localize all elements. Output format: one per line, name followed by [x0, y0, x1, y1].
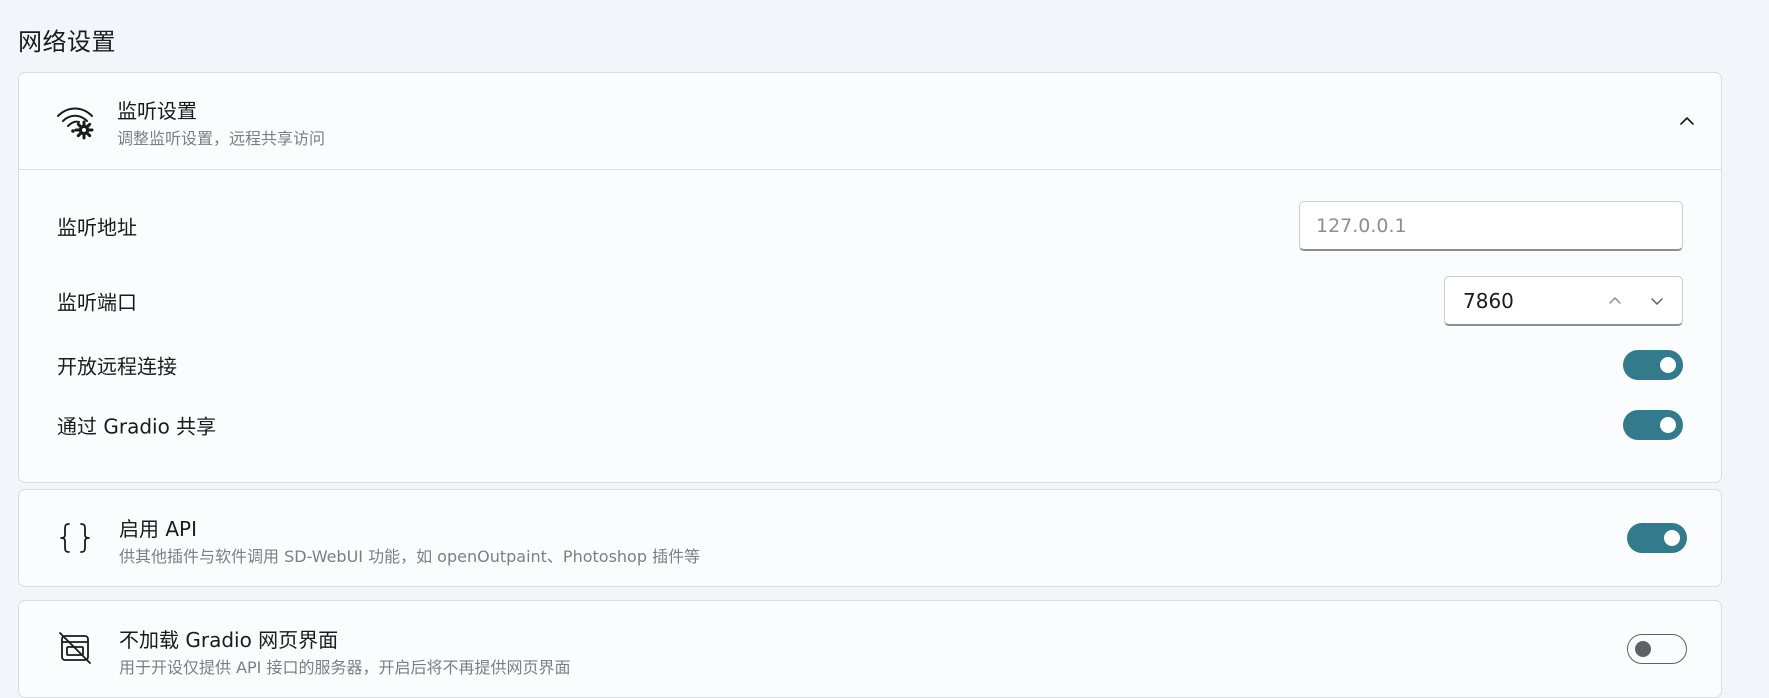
gradio-share-toggle[interactable]: [1623, 410, 1683, 440]
toggle-knob: [1660, 357, 1676, 373]
toggle-knob: [1660, 417, 1676, 433]
wifi-gear-icon: [55, 101, 95, 141]
listen-settings-header[interactable]: 监听设置 调整监听设置，远程共享访问: [19, 73, 1721, 170]
braces-icon: [55, 518, 95, 558]
listen-port-value[interactable]: 7860: [1463, 289, 1514, 313]
listen-port-spinbox[interactable]: 7860: [1444, 276, 1683, 326]
remote-connection-label: 开放远程连接: [57, 354, 177, 379]
port-decrement-button[interactable]: [1642, 286, 1672, 316]
enable-api-title: 启用 API: [119, 517, 197, 541]
no-gradio-ui-card: 不加载 Gradio 网页界面 用于开设仅提供 API 接口的服务器，开启后将不…: [18, 600, 1722, 698]
remote-connection-toggle[interactable]: [1623, 350, 1683, 380]
listen-settings-subtitle: 调整监听设置，远程共享访问: [117, 129, 326, 148]
port-increment-button[interactable]: [1600, 286, 1630, 316]
section-title: 网络设置: [18, 28, 116, 56]
remote-connection-row: 开放远程连接: [57, 341, 1683, 389]
no-gradio-ui-subtitle: 用于开设仅提供 API 接口的服务器，开启后将不再提供网页界面: [119, 658, 571, 677]
gradio-share-label: 通过 Gradio 共享: [57, 414, 217, 439]
enable-api-subtitle: 供其他插件与软件调用 SD-WebUI 功能，如 openOutpaint、Ph…: [119, 547, 701, 566]
chevron-up-icon: [1609, 296, 1621, 304]
listen-settings-card: 监听设置 调整监听设置，远程共享访问 监听地址 监听端口 7860: [18, 72, 1722, 483]
enable-api-toggle[interactable]: [1627, 523, 1687, 553]
listen-settings-title: 监听设置: [117, 99, 197, 123]
toggle-knob: [1635, 641, 1651, 657]
enable-api-card: 启用 API 供其他插件与软件调用 SD-WebUI 功能，如 openOutp…: [18, 489, 1722, 587]
chevron-down-icon: [1651, 297, 1663, 305]
listen-address-row: 监听地址: [57, 201, 1683, 251]
no-gradio-ui-title: 不加载 Gradio 网页界面: [119, 628, 339, 652]
collapse-button[interactable]: [1667, 101, 1707, 141]
listen-port-row: 监听端口 7860: [57, 276, 1683, 326]
chevron-up-icon: [1680, 117, 1694, 125]
listen-port-label: 监听端口: [57, 290, 137, 315]
no-gradio-ui-toggle[interactable]: [1627, 634, 1687, 664]
listen-address-label: 监听地址: [57, 215, 137, 240]
listen-address-input[interactable]: [1299, 201, 1683, 251]
no-webpage-icon: [55, 628, 95, 668]
gradio-share-row: 通过 Gradio 共享: [57, 401, 1683, 449]
toggle-knob: [1664, 530, 1680, 546]
